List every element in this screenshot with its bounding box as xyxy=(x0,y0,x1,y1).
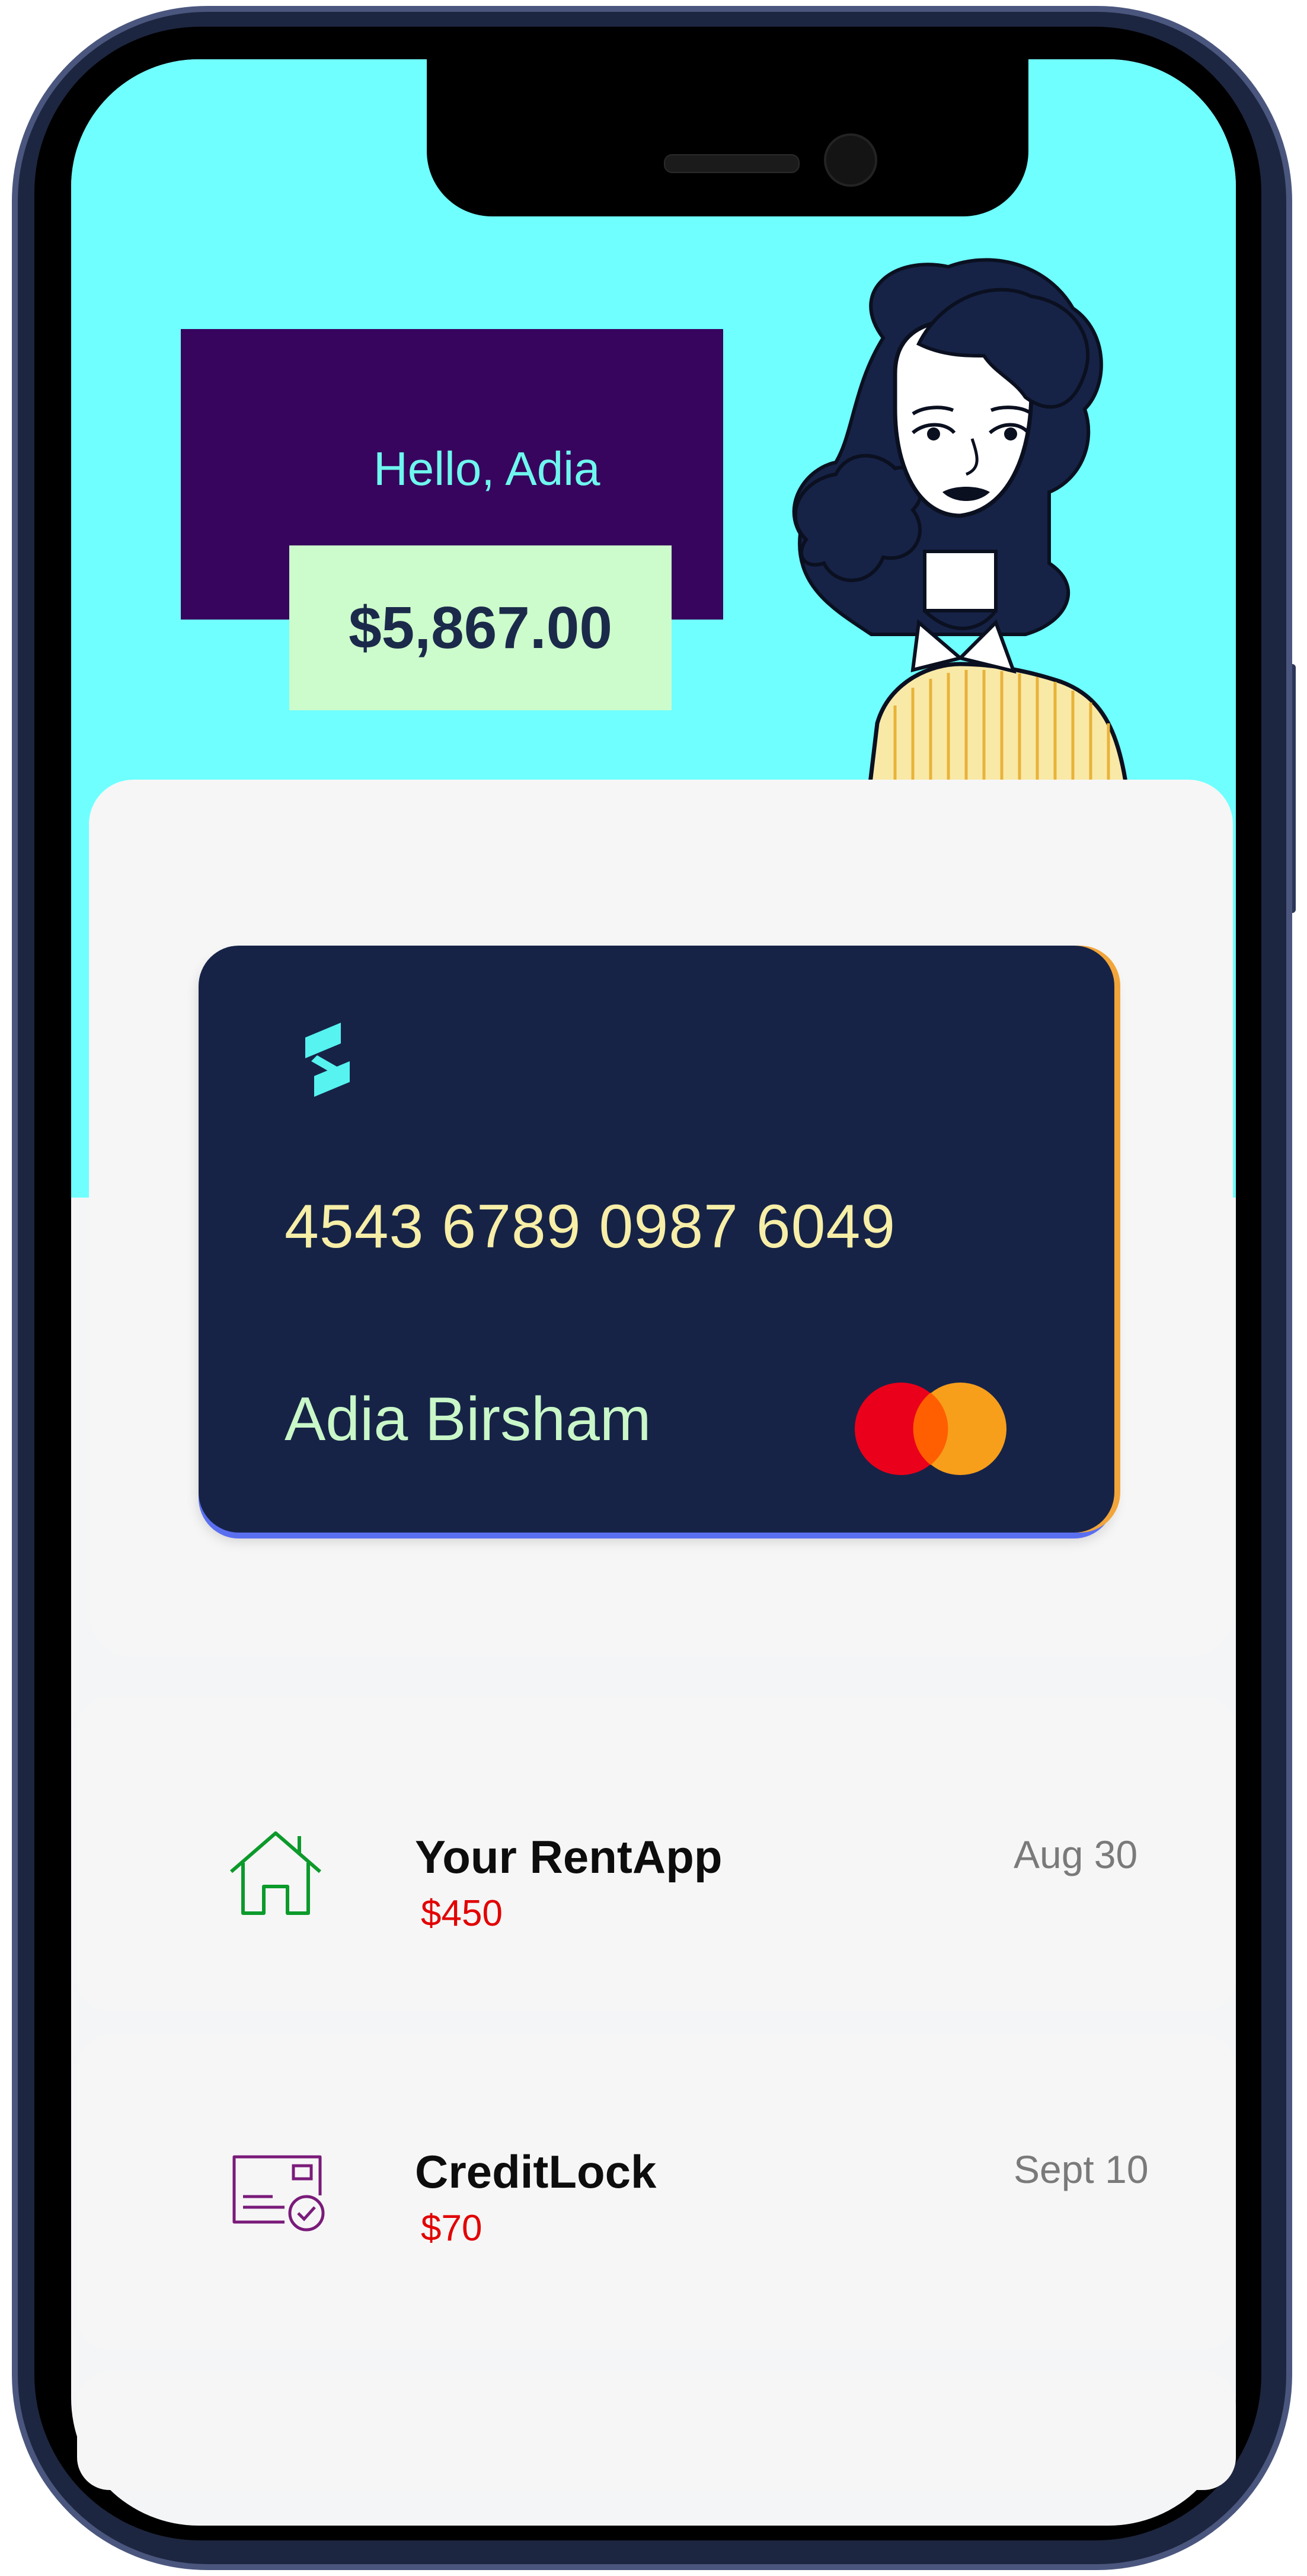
transaction-amount: $450 xyxy=(421,1893,503,1934)
transaction-title: Your RentApp xyxy=(415,1831,723,1883)
transaction-row[interactable]: Your RentApp $450 Aug 30 xyxy=(77,1697,1236,2011)
front-camera xyxy=(824,133,877,187)
list-item[interactable] xyxy=(77,2371,1236,2490)
transaction-title: CreditLock xyxy=(415,2146,657,2198)
greeting-text: Hello, Adia xyxy=(373,442,600,495)
card-holder-name: Adia Birsham xyxy=(285,1385,651,1454)
transaction-amount: $70 xyxy=(421,2208,482,2249)
phone-notch xyxy=(427,59,1028,216)
transaction-date: Sept 10 xyxy=(1014,2147,1149,2191)
speaker-grille xyxy=(664,154,800,173)
house-icon xyxy=(230,1831,321,1915)
mastercard-logo xyxy=(855,1383,1006,1475)
transaction-row[interactable]: CreditLock $70 Sept 10 xyxy=(77,2035,1236,2350)
card-number: 4543 6789 0987 6049 xyxy=(285,1192,896,1261)
transaction-date: Aug 30 xyxy=(1014,1833,1138,1876)
credit-card[interactable]: 4543 6789 0987 6049 Adia Birsham xyxy=(199,946,1114,1533)
balance-amount: $5,867.00 xyxy=(349,594,612,661)
credit-card-check-icon xyxy=(232,2155,325,2232)
user-avatar-illustration xyxy=(792,258,1135,850)
balance-panel: $5,867.00 xyxy=(289,545,672,710)
bank-logo-icon xyxy=(305,1023,350,1097)
